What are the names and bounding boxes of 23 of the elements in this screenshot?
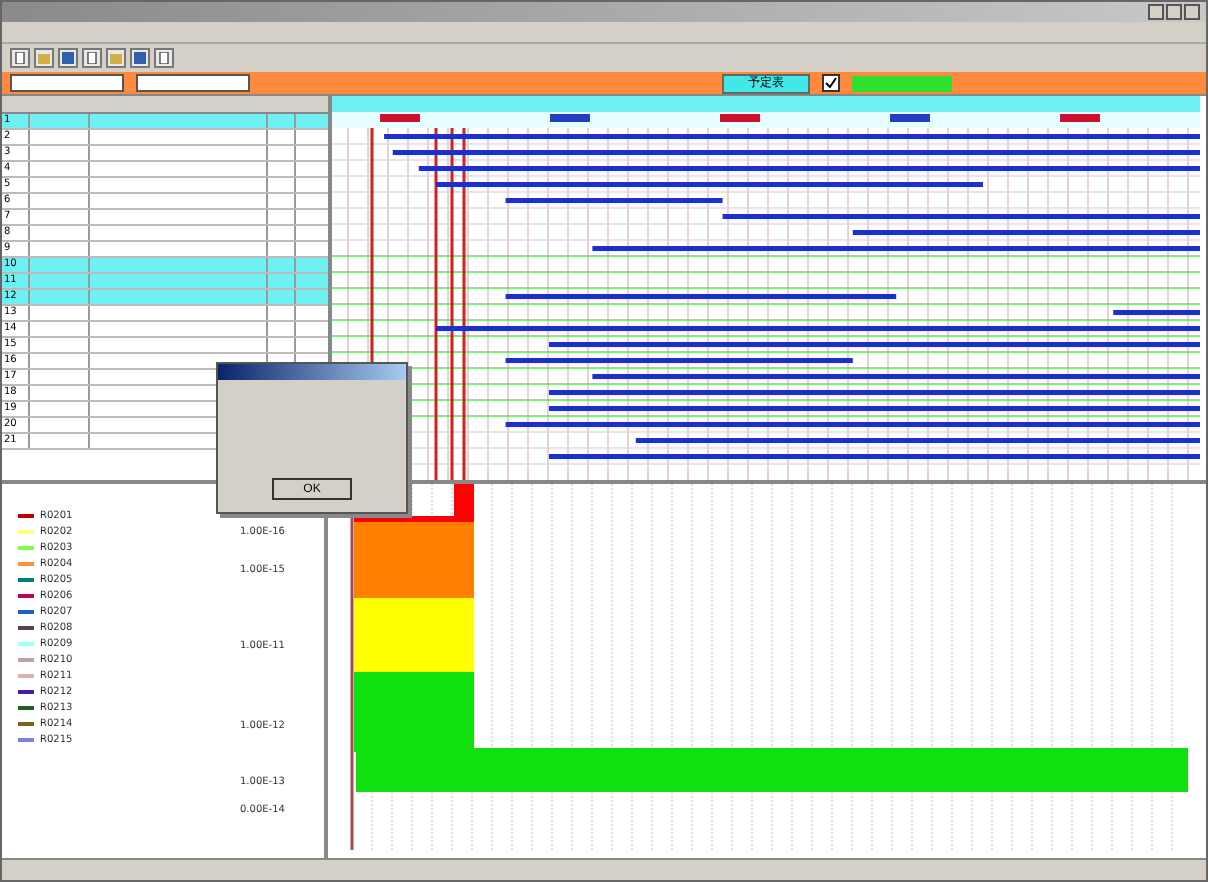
weekend-marker <box>720 114 760 122</box>
toolbar-button[interactable] <box>154 48 174 68</box>
minimize-button[interactable] <box>1148 4 1164 20</box>
area-band <box>354 522 474 598</box>
date-field[interactable] <box>10 74 124 92</box>
weekend-marker <box>1060 114 1100 122</box>
checkbox[interactable] <box>822 74 840 92</box>
gantt-bar <box>1113 310 1200 315</box>
maximize-button[interactable] <box>1166 4 1182 20</box>
close-button[interactable] <box>1184 4 1200 20</box>
page-icon <box>158 52 170 64</box>
checkbox-label-highlight <box>852 75 952 91</box>
date-field[interactable] <box>136 74 250 92</box>
weekend-marker <box>550 114 590 122</box>
toolbar-button[interactable] <box>82 48 102 68</box>
folder-icon <box>38 52 50 64</box>
weekend-marker <box>380 114 420 122</box>
area-band <box>354 598 474 672</box>
weekend-marker <box>890 114 930 122</box>
page-icon <box>86 52 98 64</box>
folder-icon <box>110 52 122 64</box>
toolbar-button[interactable] <box>10 48 30 68</box>
page-icon <box>14 52 26 64</box>
